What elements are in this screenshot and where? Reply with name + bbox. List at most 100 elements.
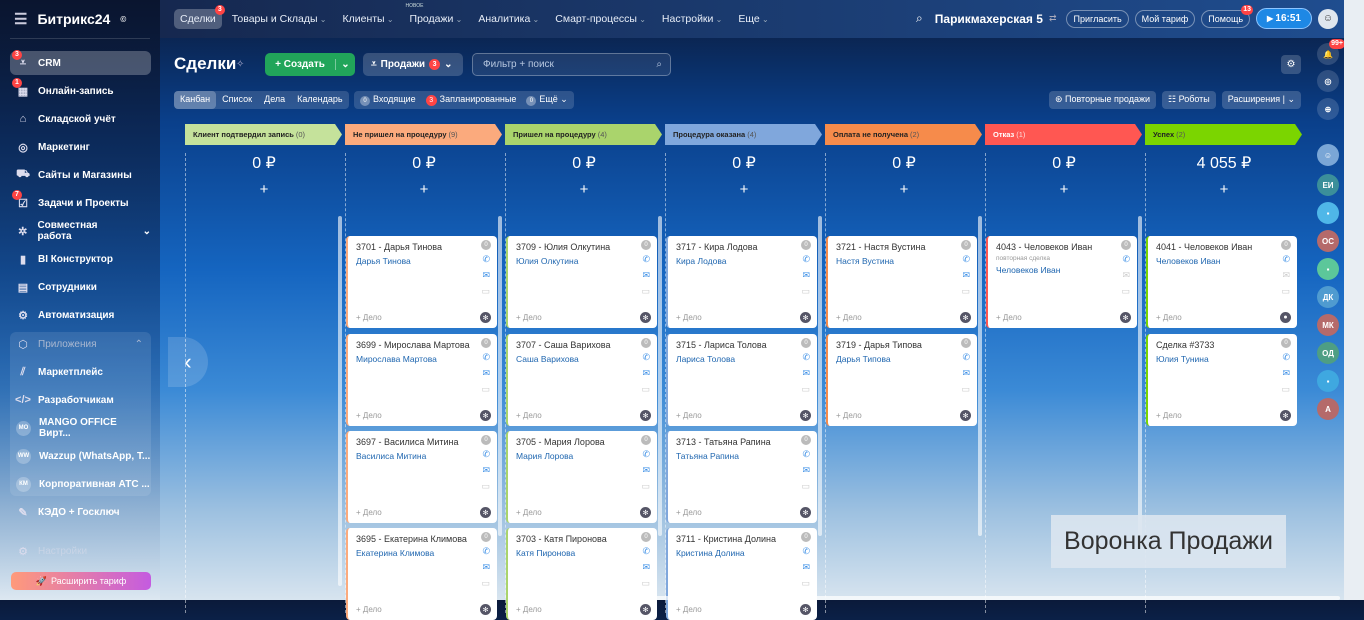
phone-icon[interactable]: ✆ (642, 546, 650, 557)
responsible-avatar[interactable]: ✻ (800, 410, 811, 421)
add-activity-button[interactable]: + Дело (356, 605, 382, 614)
filter-search-input[interactable]: Фильтр + поиск ⌕ (472, 53, 671, 76)
notifications-button[interactable]: 🔔 99+ (1317, 39, 1345, 65)
responsible-avatar[interactable]: ✻ (640, 604, 651, 615)
responsible-avatar[interactable]: ✻ (640, 410, 651, 421)
deal-title[interactable]: 3695 - Екатерина Климова (356, 534, 467, 544)
sidebar-item-5[interactable]: ☑ 7 Задачи и Проекты (10, 190, 151, 215)
sidebar-item-3[interactable]: ◎ Маркетинг (10, 135, 151, 159)
responsible-avatar[interactable]: ✻ (480, 507, 491, 518)
deal-title[interactable]: 3707 - Саша Варихова (516, 340, 610, 350)
deal-card[interactable]: 3707 - Саша Варихова Саша Варихова 0 ✆ ✉ ▭ + Д… (506, 334, 657, 426)
rail-avatar[interactable]: ЕИ (1317, 174, 1339, 196)
add-activity-button[interactable]: + Дело (516, 605, 542, 614)
phone-icon[interactable]: ✆ (642, 352, 650, 363)
contact-link[interactable]: Дарья Типова (836, 354, 891, 364)
sidebar-app-0[interactable]: ⫽ Маркетплейс (10, 360, 151, 384)
deal-title[interactable]: Сделка #3733 (1156, 340, 1214, 350)
chat-icon[interactable]: ▭ (641, 578, 650, 589)
action-button-2[interactable]: Расширения | ⌄ (1221, 91, 1301, 109)
deal-title[interactable]: 3713 - Татьяна Рапина (676, 437, 771, 447)
responsible-avatar[interactable]: ✻ (480, 410, 491, 421)
user-icon[interactable]: ● (1280, 312, 1291, 323)
phone-icon[interactable]: ✆ (482, 546, 490, 557)
chat-icon[interactable]: ▭ (481, 286, 490, 297)
chat-icon[interactable]: ▭ (1281, 384, 1290, 395)
action-button-0[interactable]: ⊛ Повторные продажи (1048, 91, 1157, 109)
rail-avatar[interactable]: ОД (1317, 342, 1339, 364)
invite-button[interactable]: Пригласить (1066, 9, 1129, 28)
rail-avatar[interactable]: ОС (1317, 230, 1339, 252)
phone-icon[interactable]: ✆ (962, 352, 970, 363)
action-button-1[interactable]: ☷ Роботы (1162, 91, 1216, 109)
mail-icon[interactable]: ✉ (642, 562, 650, 573)
sidebar-item-0[interactable]: ⩡ 3 CRM (10, 50, 151, 75)
counter-1[interactable]: 3 Запланированные (425, 94, 516, 106)
add-deal-button[interactable]: + (666, 181, 822, 198)
contact-link[interactable]: Мария Лорова (516, 451, 573, 461)
add-activity-button[interactable]: + Дело (356, 508, 382, 517)
phone-icon[interactable]: ✆ (642, 254, 650, 265)
mail-icon[interactable]: ✉ (482, 465, 490, 476)
create-button[interactable]: + Создать ⌄ (265, 53, 355, 76)
deal-title[interactable]: 3721 - Настя Вустина (836, 242, 925, 252)
responsible-avatar[interactable]: ✻ (960, 410, 971, 421)
phone-icon[interactable]: ✆ (802, 546, 810, 557)
deal-card[interactable]: 3711 - Кристина Долина Кристина Долина 0 ✆ ✉… (666, 528, 817, 620)
counter-0[interactable]: 0 Входящие (360, 94, 416, 106)
add-deal-button[interactable]: + (346, 181, 502, 198)
deal-title[interactable]: 4041 - Человеков Иван (1156, 242, 1252, 252)
deal-card[interactable]: 3715 - Лариса Толова Лариса Толова 0 ✆ ✉ ▭ + Д… (666, 334, 817, 426)
settings-button[interactable]: ⚙ (1281, 55, 1301, 74)
contact-link[interactable]: Екатерина Климова (356, 548, 434, 558)
rail-avatar[interactable]: ▪ (1317, 258, 1339, 280)
sidebar-app-2[interactable]: MO MANGO OFFICE Вирт... (10, 416, 151, 440)
responsible-avatar[interactable]: ✻ (1280, 410, 1291, 421)
deal-title[interactable]: 4043 - Человеков Иван (996, 242, 1092, 252)
add-activity-button[interactable]: + Дело (356, 313, 382, 322)
nav-item-5[interactable]: Смарт-процессы ⌄ (549, 9, 652, 29)
nav-item-7[interactable]: Еще ⌄ (732, 9, 774, 29)
tab-view-3[interactable]: Календарь (291, 91, 348, 109)
contact-link[interactable]: Татьяна Рапина (676, 451, 739, 461)
column-header[interactable]: Отказ (1) (985, 124, 1142, 145)
logo[interactable]: ☰ Битрикс24 © (14, 10, 126, 28)
mail-icon[interactable]: ✉ (642, 270, 650, 281)
sidebar-item-2[interactable]: ⌂ Складской учёт (10, 107, 151, 131)
contact-link[interactable]: Мирослава Мартова (356, 354, 437, 364)
switch-icon[interactable]: ⇄ (1049, 13, 1057, 24)
deal-title[interactable]: 3709 - Юлия Олкутина (516, 242, 610, 252)
counter-2[interactable]: 0 Ещё ⌄ (526, 94, 568, 106)
phone-icon[interactable]: ✆ (802, 449, 810, 460)
deal-card[interactable]: 3719 - Дарья Типова Дарья Типова 0 ✆ ✉ ▭ + Дел… (826, 334, 977, 426)
add-activity-button[interactable]: + Дело (356, 411, 382, 420)
company-name[interactable]: Парикмахерская 5 (935, 12, 1043, 26)
add-deal-button[interactable]: + (826, 181, 982, 198)
add-activity-button[interactable]: + Дело (676, 508, 702, 517)
nav-item-4[interactable]: Аналитика ⌄ (472, 9, 545, 29)
contact-link[interactable]: Катя Пиронова (516, 548, 575, 558)
deal-card[interactable]: 3701 - Дарья Тинова Дарья Тинова 0 ✆ ✉ ▭ + Дел… (346, 236, 497, 328)
sidebar-item-1[interactable]: ▦ 1 Онлайн-запись (10, 78, 151, 103)
deal-card[interactable]: 3695 - Екатерина Климова Екатерина Климов… (346, 528, 497, 620)
contact-link[interactable]: Дарья Тинова (356, 256, 411, 266)
contact-link[interactable]: Лариса Толова (676, 354, 735, 364)
chat-icon[interactable]: ▭ (961, 384, 970, 395)
mail-icon[interactable]: ✉ (802, 270, 810, 281)
mail-icon[interactable]: ✉ (962, 270, 970, 281)
sidebar-app-4[interactable]: КМ Корпоративная АТС ... (10, 472, 151, 496)
sidebar-app-3[interactable]: WW Wazzup (WhatsApp, T... (10, 444, 151, 468)
deal-card[interactable]: 3713 - Татьяна Рапина Татьяна Рапина 0 ✆ ✉ ▭ +… (666, 431, 817, 523)
contact-link[interactable]: Юлия Тунина (1156, 354, 1209, 364)
contact-link[interactable]: Настя Вустина (836, 256, 894, 266)
nav-item-0[interactable]: Сделки 3 (174, 5, 225, 29)
contact-link[interactable]: Кира Лодова (676, 256, 726, 266)
add-activity-button[interactable]: + Дело (516, 411, 542, 420)
responsible-avatar[interactable]: ✻ (1120, 312, 1131, 323)
deal-title[interactable]: 3697 - Василиса Митина (356, 437, 459, 447)
help-button[interactable]: Помощь 13 (1201, 4, 1254, 28)
mail-icon[interactable]: ✉ (482, 270, 490, 281)
deal-title[interactable]: 3715 - Лариса Толова (676, 340, 767, 350)
deal-card[interactable]: 3717 - Кира Лодова Кира Лодова 0 ✆ ✉ ▭ + Дело ✻ (666, 236, 817, 328)
chat-icon[interactable]: ▭ (1121, 286, 1130, 297)
